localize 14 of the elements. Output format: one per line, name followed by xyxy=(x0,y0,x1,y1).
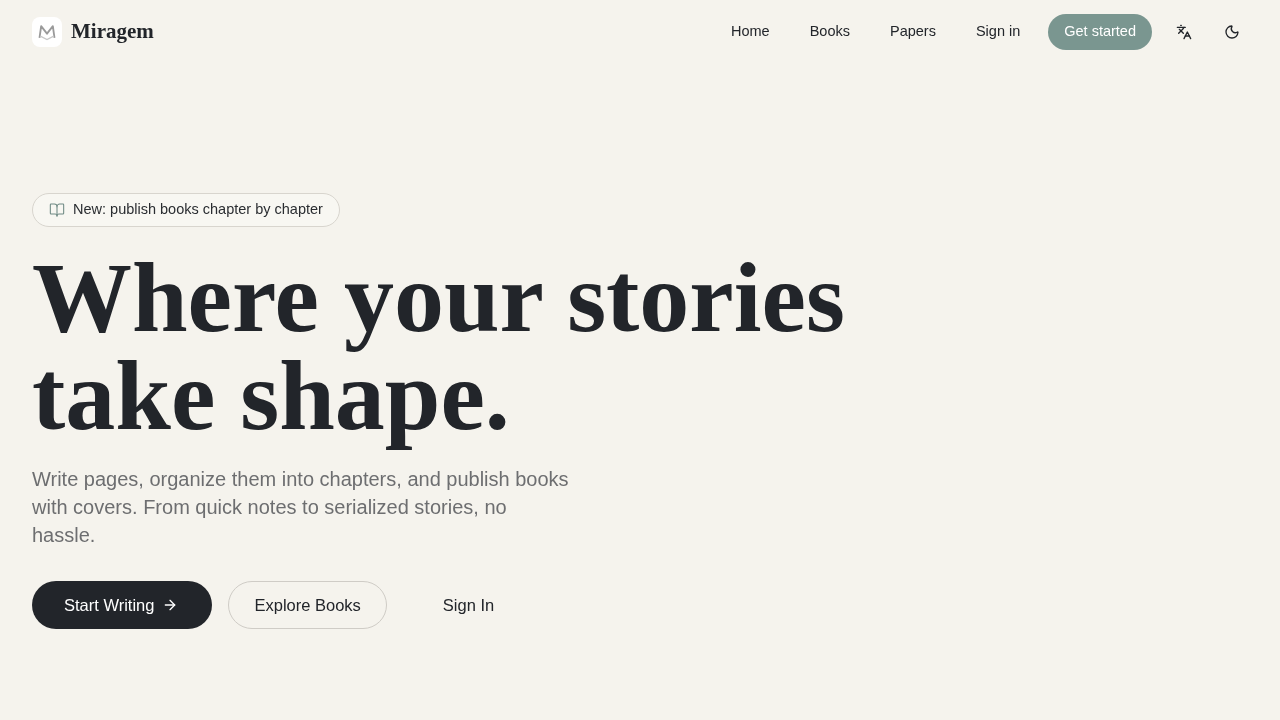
hero-headline: Where your stories take shape. xyxy=(32,249,845,453)
start-writing-button[interactable]: Start Writing xyxy=(32,581,213,629)
logo-icon xyxy=(32,17,62,47)
hero-subtitle: Write pages, organize them into chapters, and publish books with covers. From quick notes to serialized stories, no hassle. xyxy=(32,467,570,548)
sign-in-button[interactable]: Sign In xyxy=(402,581,535,629)
nav-link[interactable]: Sign in xyxy=(955,21,1041,43)
nav-link[interactable]: Home xyxy=(710,21,790,43)
badge-text: New: publish books chapter by chapter xyxy=(73,200,323,220)
brand-name[interactable]: Miragem xyxy=(71,16,154,48)
moon-icon xyxy=(1224,24,1240,40)
nav-link[interactable]: Books xyxy=(789,21,870,43)
translate-icon xyxy=(1176,24,1192,40)
book-icon xyxy=(49,202,65,218)
nav-link[interactable]: Papers xyxy=(869,21,956,43)
